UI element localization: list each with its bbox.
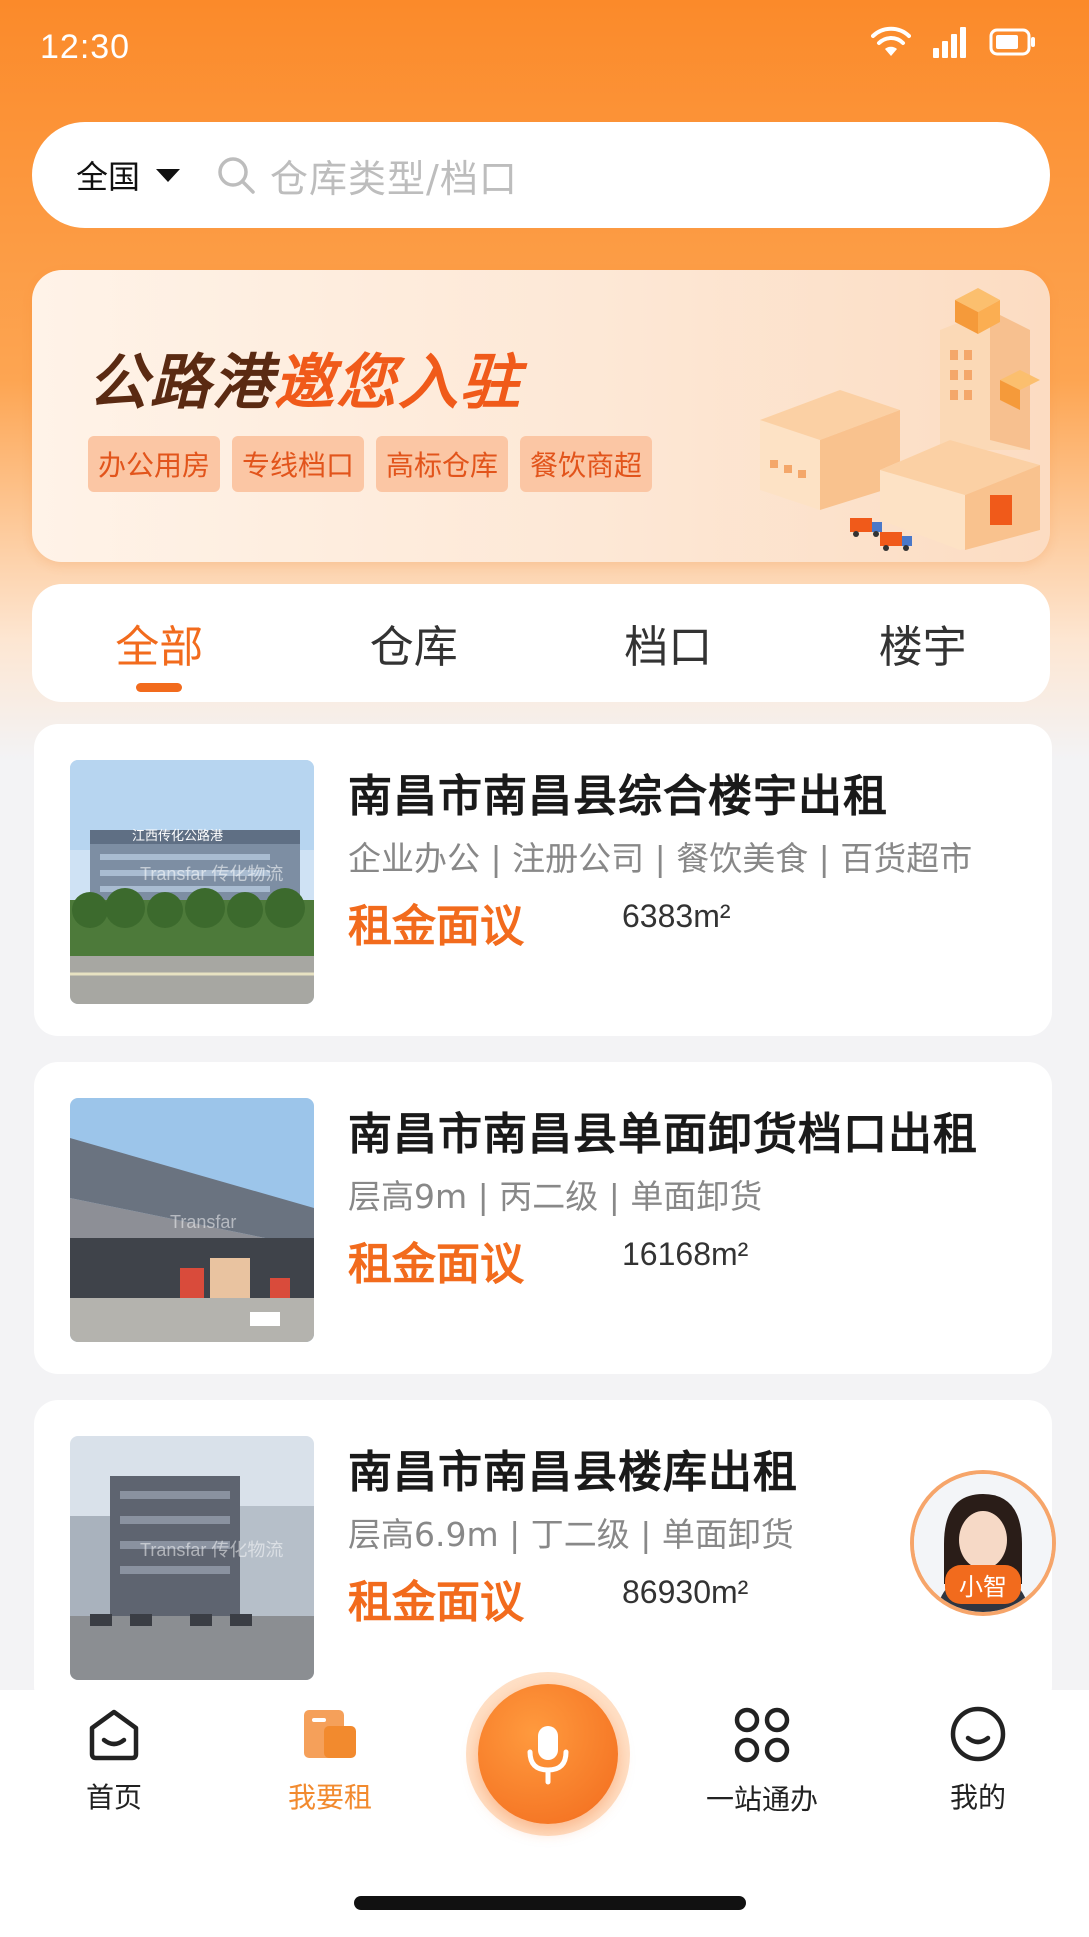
nav-profile[interactable]: 我的 bbox=[898, 1704, 1058, 1816]
search-input[interactable]: 仓库类型/档口 bbox=[270, 148, 518, 203]
listing-area: 86930m² bbox=[622, 1574, 749, 1610]
search-icon bbox=[218, 157, 255, 194]
listing-card[interactable]: 江西传化公路港 Transfar 传化物流 南昌市南昌县综合楼宇出租 企业办公 … bbox=[34, 724, 1052, 1036]
banner-title: 公路港邀您入驻 bbox=[88, 334, 522, 421]
home-indicator[interactable] bbox=[354, 1896, 746, 1910]
tab-building[interactable]: 楼宇 bbox=[796, 584, 1051, 702]
nav-home[interactable]: 首页 bbox=[34, 1704, 194, 1816]
region-label: 全国 bbox=[76, 158, 141, 196]
tab-warehouse[interactable]: 仓库 bbox=[287, 584, 542, 702]
listing-thumbnail: Transfar bbox=[70, 1098, 314, 1342]
rent-icon bbox=[304, 1710, 356, 1758]
tab-stall[interactable]: 档口 bbox=[541, 584, 796, 702]
listing-area: 6383m² bbox=[622, 898, 731, 934]
listing-tags: 层高6.9m | 丁二级 | 单面卸货 bbox=[348, 1515, 794, 1554]
caret-down-icon bbox=[156, 168, 181, 182]
tab-label: 档口 bbox=[624, 622, 713, 673]
voice-button-ring bbox=[466, 1672, 630, 1836]
cellular-signal-icon bbox=[933, 27, 966, 58]
nav-label: 我的 bbox=[949, 1781, 1006, 1814]
banner-title-invite: 邀您入驻 bbox=[274, 348, 522, 418]
category-tabs: 全部 仓库 档口 楼宇 bbox=[32, 584, 1050, 702]
assistant-label: 小智 bbox=[945, 1565, 1021, 1604]
listing-tags: 层高9m | 丙二级 | 单面卸货 bbox=[348, 1177, 763, 1216]
listing-tags: 企业办公 | 注册公司 | 餐饮美食 | 百货超市 bbox=[348, 839, 973, 878]
status-icons bbox=[871, 26, 1037, 58]
listing-price: 租金面议 bbox=[348, 1239, 524, 1290]
listing-thumbnail: Transfar 传化物流 bbox=[70, 1436, 314, 1680]
nav-label: 我要租 bbox=[287, 1781, 372, 1814]
search-bar[interactable]: 全国 仓库类型/档口 bbox=[32, 122, 1050, 228]
promo-banner[interactable]: 公路港邀您入驻 办公用房 专线档口 高标仓库 餐饮商超 bbox=[32, 270, 1050, 562]
listing-title: 南昌市南昌县单面卸货档口出租 bbox=[348, 1109, 978, 1160]
status-time: 12:30 bbox=[40, 28, 131, 66]
banner-tag: 专线档口 bbox=[232, 436, 365, 492]
smiley-profile-icon bbox=[950, 1706, 1006, 1762]
nav-one-stop-service[interactable]: 一站通办 bbox=[682, 1704, 842, 1818]
status-bar: 12:30 bbox=[0, 0, 1089, 110]
thumb-watermark: Transfar 传化物流 bbox=[140, 1540, 283, 1560]
banner-title-brand: 公路港 bbox=[88, 348, 274, 418]
banner-tags: 办公用房 专线档口 高标仓库 餐饮商超 bbox=[88, 436, 653, 492]
microphone-icon bbox=[527, 1726, 569, 1785]
listing-thumbnail: 江西传化公路港 Transfar 传化物流 bbox=[70, 760, 314, 1004]
tab-label: 楼宇 bbox=[878, 622, 967, 673]
listing-title: 南昌市南昌县综合楼宇出租 bbox=[348, 771, 888, 822]
tab-label: 全部 bbox=[115, 622, 204, 673]
active-tab-indicator bbox=[136, 683, 183, 692]
listing-title: 南昌市南昌县楼库出租 bbox=[348, 1447, 798, 1498]
listing-card[interactable]: Transfar 南昌市南昌县单面卸货档口出租 层高9m | 丙二级 | 单面卸… bbox=[34, 1062, 1052, 1374]
listing-area: 16168m² bbox=[622, 1236, 749, 1272]
banner-tag: 高标仓库 bbox=[376, 436, 509, 492]
listing-card[interactable]: Transfar 传化物流 南昌市南昌县楼库出租 层高6.9m | 丁二级 | … bbox=[34, 1400, 1052, 1710]
nav-label: 首页 bbox=[85, 1781, 142, 1814]
nav-label: 一站通办 bbox=[705, 1783, 818, 1816]
thumb-watermark: Transfar 传化物流 bbox=[140, 864, 283, 884]
assistant-avatar-button[interactable]: 小智 bbox=[910, 1470, 1056, 1616]
warehouse-illustration bbox=[760, 288, 1040, 551]
battery-icon bbox=[989, 28, 1035, 56]
home-icon bbox=[89, 1709, 139, 1761]
tab-label: 仓库 bbox=[369, 622, 458, 673]
voice-search-button[interactable] bbox=[478, 1684, 618, 1824]
nav-rent[interactable]: 我要租 bbox=[250, 1704, 410, 1816]
apps-grid-icon bbox=[734, 1707, 790, 1763]
thumb-watermark: Transfar bbox=[170, 1212, 236, 1232]
banner-tag: 办公用房 bbox=[88, 436, 221, 492]
wifi-icon bbox=[871, 26, 911, 56]
listing-price: 租金面议 bbox=[348, 1577, 524, 1628]
listing-price: 租金面议 bbox=[348, 901, 524, 952]
region-selector[interactable]: 全国 bbox=[76, 152, 181, 198]
banner-tag: 餐饮商超 bbox=[520, 436, 653, 492]
thumb-sign-text: 江西传化公路港 bbox=[132, 828, 223, 843]
tab-all[interactable]: 全部 bbox=[32, 584, 287, 702]
